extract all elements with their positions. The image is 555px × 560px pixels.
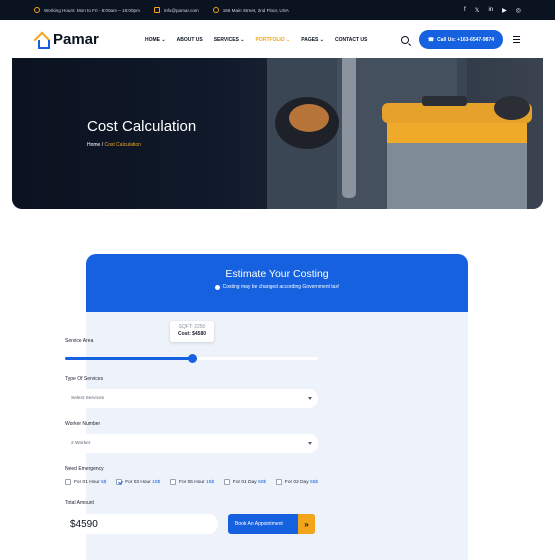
address-text: 156 Main Street, 2nd Floor, USA (222, 7, 289, 13)
option-label: For 03 Hour (125, 479, 153, 485)
hero-banner: Cost Calculation Home / Cost Calculation (12, 58, 543, 209)
option-label: For 01 Hour (74, 479, 101, 485)
worker-number-label: Worker Number (65, 421, 101, 427)
calculator-note: Costing may be changed according Governm… (86, 284, 468, 290)
slider-tooltip: SQFT: 2250 Cost: $4580 (170, 321, 214, 342)
main-nav: HOME ⌄ ABOUT US SERVICES ⌄ PORTFOLIO ⌄ P… (145, 21, 367, 58)
tooltip-cost: Cost: $4580 (177, 331, 207, 337)
option-label: For 02 Day (284, 479, 310, 485)
checkbox[interactable] (275, 479, 282, 485)
youtube-icon[interactable]: ▶ (502, 7, 507, 14)
address-info: 156 Main Street, 2nd Floor, USA (212, 7, 289, 13)
option-label: For 05 Hour (179, 479, 206, 485)
nav-about[interactable]: ABOUT US (177, 37, 203, 43)
total-amount-label: Total Amount (65, 500, 94, 506)
checkbox[interactable] (223, 479, 230, 485)
service-area-slider[interactable] (65, 354, 318, 363)
call-us-label: Call Us: +163-6547-9874 (437, 36, 494, 43)
nav-pages[interactable]: PAGES ⌄ (301, 37, 324, 43)
book-appointment-button[interactable]: Book An Appointment » (228, 514, 315, 534)
worker-select[interactable]: 2 Worker (65, 434, 318, 453)
checkbox-checked[interactable] (116, 479, 123, 485)
services-select-value: Select Services (71, 396, 105, 401)
tooltip-sqft: SQFT: 2250 (178, 324, 206, 330)
option-price: 10$ (152, 479, 161, 485)
total-amount-value: $4590 (70, 518, 98, 530)
nav-portfolio[interactable]: PORTFOLIO ⌄ (256, 37, 291, 43)
checkbox[interactable] (65, 479, 71, 485)
info-icon (214, 284, 220, 290)
slider-fill (65, 357, 192, 360)
linkedin-icon[interactable]: in (488, 7, 493, 14)
working-hours-text: Working Hours: Mon to Fri - 8:00am – 18:… (44, 7, 140, 13)
house-logo-icon (35, 33, 50, 49)
header-actions: ☎ Call Us: +163-6547-9874 (400, 30, 520, 49)
facebook-icon[interactable]: f (464, 7, 466, 14)
option-price: 50$ (257, 479, 266, 485)
emergency-option-5h[interactable]: For 05 Hour 15$ (170, 479, 214, 485)
call-us-button[interactable]: ☎ Call Us: +163-6547-9874 (418, 30, 503, 49)
emergency-options: For 01 Hour 5$ For 03 Hour 10$ For 05 Ho… (65, 479, 318, 485)
option-label: For 01 Day (232, 479, 258, 485)
breadcrumb-home[interactable]: Home (87, 142, 100, 148)
emergency-option-1d[interactable]: For 01 Day 50$ (223, 479, 266, 485)
worker-select-value: 2 Worker (71, 441, 91, 446)
option-price: 55$ (309, 479, 318, 485)
type-of-services-label: Type Of Services (65, 376, 104, 382)
slider-thumb[interactable] (188, 354, 197, 363)
logo-text: Pamar (53, 31, 99, 48)
book-appointment-label: Book An Appointment (235, 521, 283, 527)
mail-icon (153, 7, 160, 13)
site-header: Pamar HOME ⌄ ABOUT US SERVICES ⌄ PORTFOL… (12, 21, 543, 58)
search-icon[interactable] (400, 35, 409, 44)
emergency-option-1h[interactable]: For 01 Hour 5$ (65, 479, 106, 485)
nav-services[interactable]: SERVICES ⌄ (214, 37, 245, 43)
instagram-icon[interactable]: ◎ (516, 7, 521, 14)
emergency-option-3h[interactable]: For 03 Hour 10$ (116, 479, 160, 485)
services-select[interactable]: Select Services (65, 389, 318, 408)
logo[interactable]: Pamar (35, 31, 99, 49)
worker-toolbox-image (267, 58, 532, 209)
option-price: 15$ (205, 479, 214, 485)
location-icon (212, 7, 219, 13)
chevron-down-icon (308, 442, 312, 445)
calculator-header: Estimate Your Costing Costing may be cha… (86, 254, 468, 312)
top-info-bar: Working Hours: Mon to Fri - 8:00am – 18:… (0, 0, 555, 20)
working-hours: Working Hours: Mon to Fri - 8:00am – 18:… (34, 7, 140, 13)
x-twitter-icon[interactable]: 𝕏 (475, 7, 480, 14)
calculator-note-text: Costing may be changed according Governm… (222, 284, 340, 290)
breadcrumb-current: Cost Calculation (104, 142, 141, 148)
emergency-option-2d[interactable]: For 02 Day 55$ (275, 479, 318, 485)
breadcrumb: Home / Cost Calculation (87, 142, 141, 148)
total-amount-field: $4590 (65, 514, 218, 534)
need-emergency-label: Need Emergency (65, 466, 104, 472)
clock-icon (34, 7, 40, 13)
menu-icon[interactable] (513, 36, 520, 43)
email-text[interactable]: info@pamar.com (164, 8, 199, 13)
nav-contact[interactable]: CONTACT US (335, 37, 367, 43)
chevron-down-icon (308, 397, 312, 400)
nav-home[interactable]: HOME ⌄ (145, 37, 166, 43)
page-title: Cost Calculation (87, 118, 197, 135)
service-area-label: Service Area (65, 338, 94, 344)
checkbox[interactable] (170, 479, 177, 485)
social-links: f 𝕏 in ▶ ◎ (464, 7, 521, 14)
calculator-title: Estimate Your Costing (225, 268, 329, 280)
option-price: 5$ (100, 479, 107, 485)
double-arrow-icon: » (298, 514, 315, 534)
phone-icon: ☎ (427, 36, 435, 43)
email-info[interactable]: info@pamar.com (153, 7, 199, 13)
